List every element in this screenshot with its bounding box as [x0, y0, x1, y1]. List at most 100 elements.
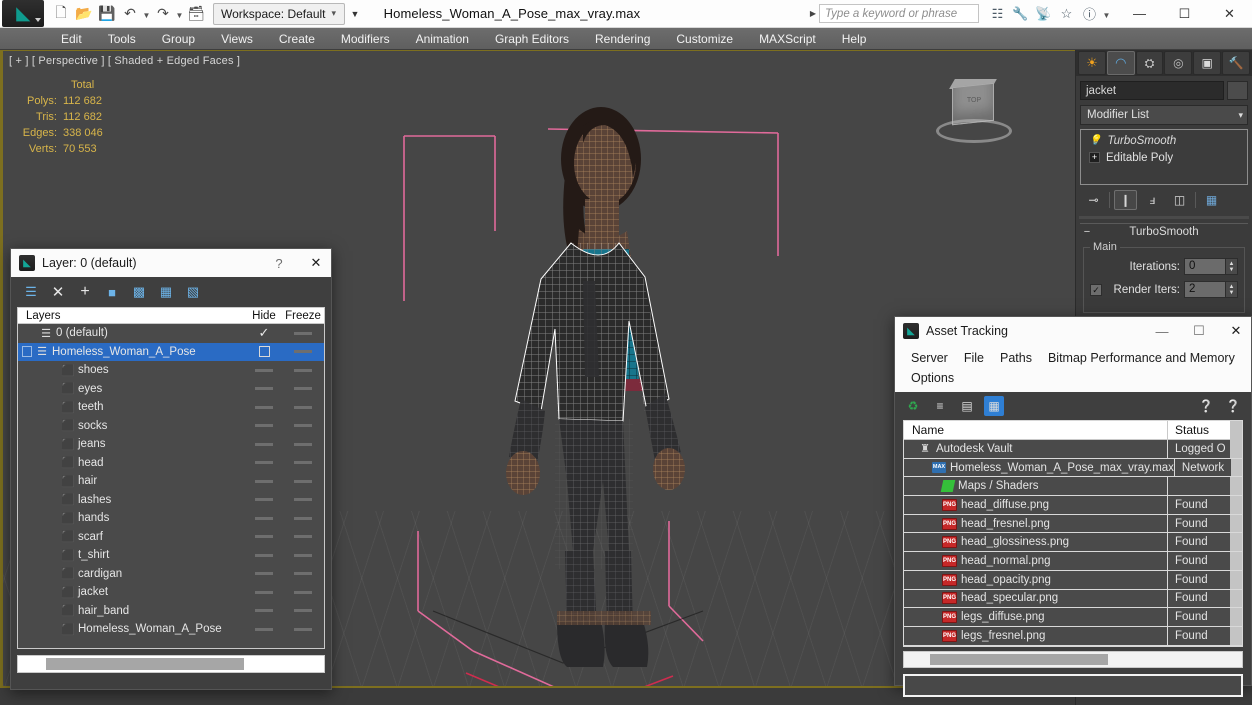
freeze-toggle-dash[interactable]: [294, 627, 312, 631]
asset-scroll-top[interactable]: [1230, 420, 1242, 440]
create-tab[interactable]: ☀: [1078, 51, 1106, 75]
layer-row[interactable]: ⬛ eyes: [18, 380, 324, 399]
layer-hide-cell[interactable]: [246, 498, 282, 502]
asset-grid[interactable]: Name Status ♜ Autodesk Vault Logged O MAX Ho…: [903, 420, 1243, 647]
asset-row[interactable]: MAX Homeless_Woman_A_Pose_max_vray.max Net…: [904, 458, 1242, 478]
hide-toggle-dash[interactable]: [255, 479, 273, 483]
asset-vertical-scrollbar[interactable]: [1230, 570, 1242, 589]
render-iters-spinner[interactable]: 2 ▲ ▼: [1184, 281, 1238, 298]
layer-freeze-cell[interactable]: [282, 627, 324, 631]
modifier-stack-item[interactable]: + Editable Poly: [1081, 149, 1247, 166]
freeze-toggle-dash[interactable]: [294, 516, 312, 520]
hierarchy-tab[interactable]: ⛭: [1135, 51, 1164, 75]
layer-row[interactable]: ⬛ hands: [18, 509, 324, 528]
menu-rendering[interactable]: Rendering: [582, 28, 663, 50]
layer-hide-cell[interactable]: [246, 516, 282, 520]
close-button[interactable]: ✕: [1207, 0, 1252, 28]
menu-edit[interactable]: Edit: [48, 28, 95, 50]
layer-row[interactable]: ⬛ Homeless_Woman_A_Pose: [18, 620, 324, 639]
layer-row[interactable]: ⬛ shoes: [18, 361, 324, 380]
layer-hide-cell[interactable]: [246, 387, 282, 391]
freeze-toggle-dash[interactable]: [294, 590, 312, 594]
undo-dropdown-icon[interactable]: ▼: [142, 3, 151, 25]
hide-toggle-dash[interactable]: [255, 442, 273, 446]
asset-vertical-scrollbar[interactable]: [1231, 458, 1242, 477]
motion-tab[interactable]: ◎: [1164, 51, 1193, 75]
asset-horizontal-scrollbar[interactable]: [903, 650, 1243, 668]
menu-maxscript[interactable]: MAXScript: [746, 28, 829, 50]
layer-dialog-help-button[interactable]: ?: [264, 256, 294, 271]
select-highlighted-objects-icon[interactable]: ▩: [131, 284, 147, 300]
asset-row[interactable]: PNG head_specular.png Found: [904, 589, 1242, 609]
asset-vertical-scrollbar[interactable]: [1230, 608, 1242, 626]
layer-freeze-cell[interactable]: [282, 516, 324, 520]
layer-freeze-cell[interactable]: [282, 350, 324, 354]
layer-freeze-cell[interactable]: [282, 461, 324, 465]
menu-customize[interactable]: Customize: [663, 28, 746, 50]
menu-help[interactable]: Help: [829, 28, 880, 50]
maximize-button[interactable]: ☐: [1162, 0, 1207, 28]
freeze-toggle-dash[interactable]: [294, 350, 312, 354]
layer-row[interactable]: ⬛ socks: [18, 417, 324, 436]
layer-hide-cell[interactable]: [246, 627, 282, 631]
asset-row[interactable]: PNG legs_diffuse.png Found: [904, 608, 1242, 627]
menu-create[interactable]: Create: [266, 28, 328, 50]
new-file-icon[interactable]: 🗋: [50, 3, 72, 25]
layer-freeze-cell[interactable]: [282, 553, 324, 557]
layer-hide-cell[interactable]: [246, 346, 282, 358]
freeze-toggle-dash[interactable]: [294, 368, 312, 372]
hide-toggle-dash[interactable]: [255, 553, 273, 557]
workspace-selector[interactable]: Workspace: Default ▾: [213, 2, 345, 25]
viewport-label[interactable]: [ + ] [ Perspective ] [ Shaded + Edged F…: [9, 55, 240, 67]
remove-modifier-icon[interactable]: ◫: [1168, 190, 1191, 210]
hide-toggle-dash[interactable]: [255, 516, 273, 520]
freeze-toggle-dash[interactable]: [294, 331, 312, 335]
modify-tab[interactable]: ◠: [1106, 51, 1135, 75]
layer-freeze-cell[interactable]: [282, 442, 324, 446]
render-iters-value[interactable]: 2: [1184, 281, 1226, 298]
asset-vertical-scrollbar[interactable]: [1230, 589, 1242, 608]
expand-plus-icon[interactable]: +: [1089, 152, 1100, 163]
render-iters-stepper[interactable]: ▲ ▼: [1226, 281, 1238, 298]
freeze-toggle-dash[interactable]: [294, 479, 312, 483]
layer-hide-cell[interactable]: [246, 461, 282, 465]
asset-close-button[interactable]: ✕: [1221, 323, 1251, 339]
layer-row[interactable]: ⬛ head: [18, 454, 324, 473]
layer-row[interactable]: ⬛ jeans: [18, 435, 324, 454]
context-help-icon[interactable]: ❔: [1223, 396, 1243, 416]
layer-row[interactable]: ⬛ lashes: [18, 491, 324, 510]
asset-row[interactable]: ♜ Autodesk Vault Logged O: [904, 440, 1242, 459]
save-file-icon[interactable]: 💾: [96, 3, 118, 25]
hide-toggle-dash[interactable]: [255, 424, 273, 428]
layer-hide-cell[interactable]: [246, 572, 282, 576]
layer-freeze-cell[interactable]: [282, 535, 324, 539]
layer-row[interactable]: ⬛ hair_band: [18, 602, 324, 621]
menu-animation[interactable]: Animation: [403, 28, 482, 50]
set-project-folder-icon[interactable]: 🗃: [185, 3, 207, 25]
layer-hide-cell[interactable]: [246, 590, 282, 594]
freeze-toggle-dash[interactable]: [294, 387, 312, 391]
layer-freeze-cell[interactable]: [282, 609, 324, 613]
layer-row[interactable]: ⬛ jacket: [18, 583, 324, 602]
add-selection-to-layer-icon[interactable]: +: [77, 283, 93, 300]
display-tab[interactable]: ▣: [1193, 51, 1222, 75]
hide-toggle-dash[interactable]: [255, 405, 273, 409]
layer-freeze-cell[interactable]: [282, 590, 324, 594]
select-objects-in-layer-icon[interactable]: ■: [104, 284, 120, 300]
modifier-stack-item[interactable]: 💡 TurboSmooth: [1081, 132, 1247, 149]
asset-row[interactable]: PNG head_normal.png Found: [904, 552, 1242, 571]
asset-maximize-button[interactable]: ☐: [1184, 323, 1214, 339]
hide-toggle-dash[interactable]: [255, 590, 273, 594]
modifier-stack[interactable]: 💡 TurboSmooth + Editable Poly: [1080, 129, 1248, 185]
layer-hide-cell[interactable]: [246, 405, 282, 409]
asset-vertical-scrollbar[interactable]: [1230, 626, 1242, 645]
favorites-star-icon[interactable]: ☆: [1056, 3, 1077, 24]
layer-list[interactable]: ☰ 0 (default) ✓ ☰ Homeless_Woman_A_Pose ⬛ shoe…: [17, 324, 325, 649]
asset-menu-paths[interactable]: Paths: [992, 348, 1040, 368]
asset-scroll-thumb[interactable]: [930, 653, 1108, 665]
asset-row[interactable]: PNG legs_fresnel.png Found: [904, 626, 1242, 646]
layer-checkbox[interactable]: [22, 346, 32, 358]
help-dropdown-icon[interactable]: ▼: [1102, 3, 1111, 25]
search-input[interactable]: Type a keyword or phrase: [819, 4, 979, 23]
rollup-header[interactable]: − TurboSmooth: [1080, 223, 1248, 240]
